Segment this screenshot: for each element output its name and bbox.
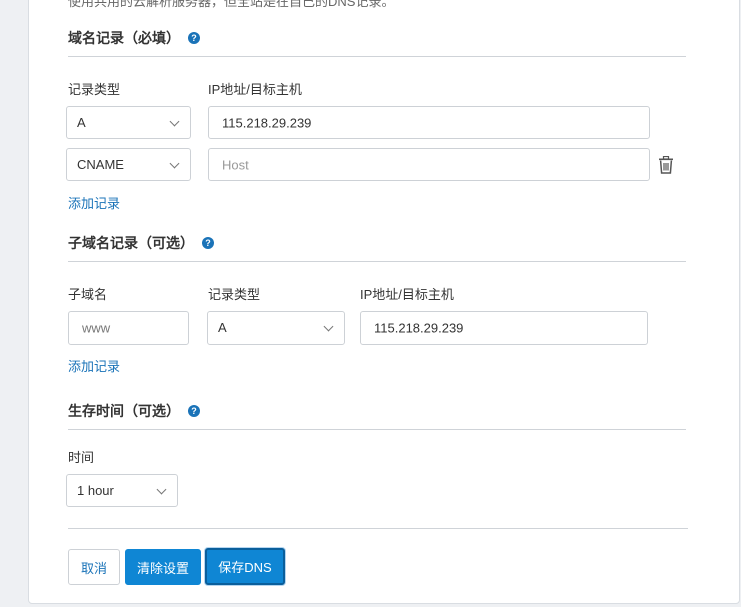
ttl-title: 生存时间（可选） ? [68,401,200,421]
subdomain-records-title: 子域名记录（可选） ? [68,233,214,253]
ttl-value: 1 hour [77,482,114,498]
clear-settings-button[interactable]: 清除设置 [125,549,201,585]
cancel-button[interactable]: 取消 [68,549,120,585]
subdomain-input[interactable]: www [68,311,189,345]
record-type-value: A [218,319,227,335]
ip-host-placeholder: Host [222,157,249,172]
record-type-label: 记录类型 [68,82,121,97]
ip-host-input-1[interactable]: 115.218.29.239 [208,106,650,139]
help-icon[interactable]: ? [188,32,200,44]
ttl-label: 时间 [68,450,95,465]
trash-icon[interactable] [658,156,674,174]
subdomain-value: www [82,320,111,336]
ttl-title-text: 生存时间（可选） [68,403,180,419]
section-divider [68,261,686,262]
record-type-value: A [77,114,86,130]
save-dns-button[interactable]: 保存DNS [205,548,285,585]
record-type-select-2[interactable]: CNAME [66,148,191,181]
section-divider [68,429,686,430]
record-type-select-1[interactable]: A [66,106,191,139]
section-divider [68,56,686,57]
ip-host-value: 115.218.29.239 [222,115,312,130]
subdomain-record-type-select[interactable]: A [207,311,345,345]
ttl-select[interactable]: 1 hour [66,474,178,507]
domain-records-title-text: 域名记录（必填） [68,30,180,46]
record-type-label: 记录类型 [208,287,261,302]
add-record-link[interactable]: 添加记录 [68,193,120,212]
chevron-down-icon [169,158,180,168]
footer-divider [68,528,688,529]
chevron-down-icon [323,321,334,332]
ip-host-label: IP地址/目标主机 [208,82,302,97]
subdomain-label: 子域名 [68,287,108,302]
help-icon[interactable]: ? [202,237,214,249]
chevron-down-icon [169,116,180,126]
ip-host-input-2[interactable]: Host [208,148,650,181]
help-icon[interactable]: ? [188,405,200,417]
add-subdomain-record-link[interactable]: 添加记录 [68,356,120,375]
record-type-value: CNAME [77,156,124,172]
top-note: 使用共用的云解析服务器，但全站是在自己的DNS记录。 [68,0,395,9]
domain-records-title: 域名记录（必填） ? [68,28,200,48]
subdomain-ip-host-input[interactable]: 115.218.29.239 [360,311,648,345]
ip-host-label: IP地址/目标主机 [360,287,454,302]
ip-host-value: 115.218.29.239 [374,320,464,336]
chevron-down-icon [156,484,167,494]
subdomain-records-title-text: 子域名记录（可选） [68,235,194,251]
